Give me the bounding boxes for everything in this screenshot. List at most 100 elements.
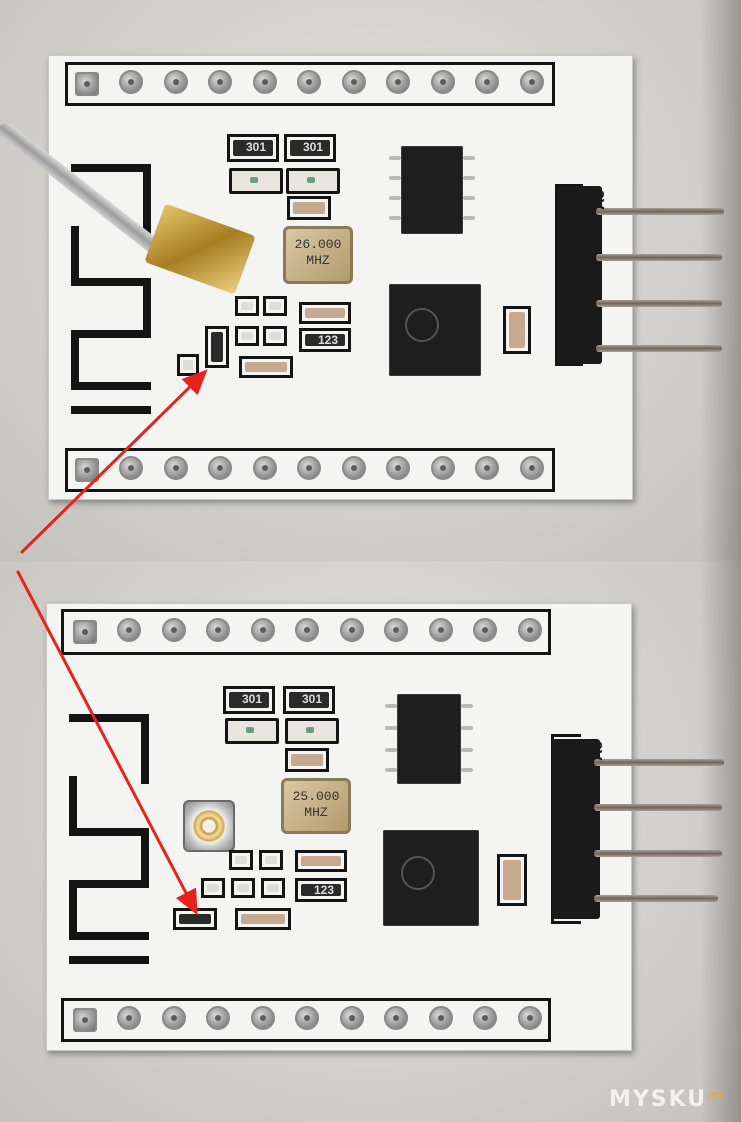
capacitor <box>239 356 293 378</box>
pin-pad <box>386 456 410 480</box>
pin-pad <box>75 72 99 96</box>
resistor-301-left: 301 <box>223 686 275 714</box>
resistor-123: 123 <box>299 328 351 352</box>
resistor-label: 123 <box>318 333 339 347</box>
resistor-label: 301 <box>303 140 324 154</box>
pin-pad <box>518 1006 542 1030</box>
smd-pad <box>177 354 199 376</box>
capacitor <box>285 748 329 772</box>
capacitor <box>503 306 531 354</box>
capacitor <box>287 196 331 220</box>
background-shadow <box>701 561 741 1122</box>
status-led-right <box>285 718 339 744</box>
pin-pad <box>297 70 321 94</box>
pin-pad <box>475 456 499 480</box>
crystal-frequency: 25.000 <box>292 789 340 804</box>
pin-pad <box>520 70 544 94</box>
pin-pad <box>253 70 277 94</box>
status-led-left <box>229 168 283 194</box>
header-pin <box>594 895 718 902</box>
crystal-unit: MHZ <box>306 253 330 268</box>
watermark-text: MYSKU <box>608 1087 708 1112</box>
esp8266-chip <box>389 284 481 376</box>
pin-pad <box>340 1006 364 1030</box>
pin-pad <box>251 618 275 642</box>
pin-pad <box>384 1006 408 1030</box>
header-pin <box>596 254 722 261</box>
pin-pad <box>208 70 232 94</box>
flash-memory-chip <box>401 146 463 234</box>
resistor-label: 301 <box>242 692 263 706</box>
pin-pad <box>206 618 230 642</box>
resistor-label: 301 <box>302 692 323 706</box>
espressif-logo-icon <box>401 856 435 890</box>
pin-pad <box>295 618 319 642</box>
top-photo: 301 301 26.000 MHZ 123 3V <box>0 0 741 561</box>
jumper-resistor-top <box>205 326 229 368</box>
pin-pad <box>206 1006 230 1030</box>
smd-pad <box>201 878 225 898</box>
pin-pad <box>75 458 99 482</box>
pin-pad <box>208 456 232 480</box>
pin-pad <box>164 70 188 94</box>
header-silk-label: 3V <box>587 741 604 761</box>
pin-pad <box>162 1006 186 1030</box>
pin-pad <box>520 456 544 480</box>
background-shadow <box>701 0 741 561</box>
header-pin <box>594 804 722 811</box>
flash-memory-chip <box>397 694 461 784</box>
smd-pad <box>229 850 253 870</box>
watermark-suffix: .ru <box>707 1089 723 1101</box>
smd-pad <box>263 296 287 316</box>
pin-pad <box>340 618 364 642</box>
bottom-photo: 301 301 25.000 MHZ 123 3V MYSKU.ru <box>0 561 741 1122</box>
capacitor <box>497 854 527 906</box>
smd-pad <box>231 878 255 898</box>
header-silk-label: 3V <box>589 190 606 210</box>
status-led-left <box>225 718 279 744</box>
pcb-board: 301 301 25.000 MHZ 123 <box>46 603 632 1051</box>
pin-pad <box>73 620 97 644</box>
pin-pad <box>384 618 408 642</box>
pin-pad <box>251 1006 275 1030</box>
pin-pad <box>253 456 277 480</box>
resistor-123: 123 <box>295 878 347 902</box>
pcb-board: 301 301 26.000 MHZ 123 <box>48 55 633 500</box>
pin-pad <box>518 618 542 642</box>
pin-pad <box>162 618 186 642</box>
crystal-unit: MHZ <box>304 805 328 820</box>
smd-pad <box>259 850 283 870</box>
header-pin <box>596 345 722 352</box>
header-pin <box>596 300 722 307</box>
header-pin <box>594 759 724 766</box>
right-angle-pin-header <box>552 739 600 919</box>
capacitor <box>295 850 347 872</box>
resistor-label: 301 <box>246 140 267 154</box>
resistor-301-right: 301 <box>284 134 336 162</box>
resistor-label: 123 <box>314 883 335 897</box>
crystal-frequency: 26.000 <box>294 237 342 252</box>
status-led-right <box>286 168 340 194</box>
header-pin <box>594 850 722 857</box>
pin-pad <box>473 1006 497 1030</box>
smd-pad <box>263 326 287 346</box>
pin-pad <box>342 70 366 94</box>
pin-pad <box>295 1006 319 1030</box>
site-watermark: MYSKU.ru <box>609 1087 723 1112</box>
jumper-resistor-bottom <box>173 908 217 930</box>
smd-pad <box>235 296 259 316</box>
pin-pad <box>73 1008 97 1032</box>
pin-pad <box>475 70 499 94</box>
pin-pad <box>431 70 455 94</box>
espressif-logo-icon <box>405 308 439 342</box>
pin-pad <box>117 618 141 642</box>
pin-pad <box>164 456 188 480</box>
pin-pad <box>297 456 321 480</box>
pin-pad <box>473 618 497 642</box>
pin-pad <box>386 70 410 94</box>
pin-pad <box>117 1006 141 1030</box>
pin-pad <box>429 618 453 642</box>
capacitor <box>299 302 351 324</box>
resistor-301-left: 301 <box>227 134 279 162</box>
smd-pad <box>235 326 259 346</box>
